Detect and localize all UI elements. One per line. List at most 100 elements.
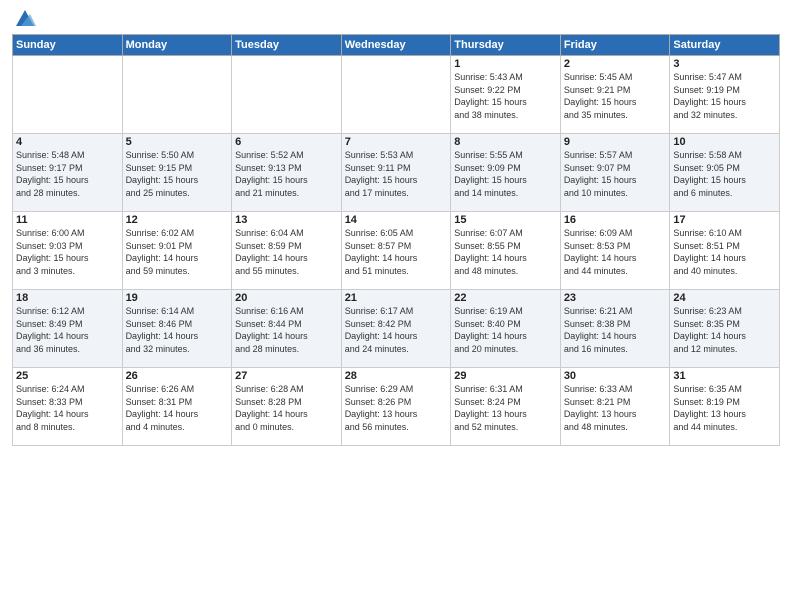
calendar-cell: 19Sunrise: 6:14 AM Sunset: 8:46 PM Dayli…	[122, 290, 232, 368]
calendar-cell: 16Sunrise: 6:09 AM Sunset: 8:53 PM Dayli…	[560, 212, 670, 290]
day-info: Sunrise: 6:31 AM Sunset: 8:24 PM Dayligh…	[454, 383, 557, 433]
day-info: Sunrise: 5:45 AM Sunset: 9:21 PM Dayligh…	[564, 71, 667, 121]
calendar-cell: 22Sunrise: 6:19 AM Sunset: 8:40 PM Dayli…	[451, 290, 561, 368]
day-number: 26	[126, 370, 229, 382]
logo-icon	[14, 8, 36, 28]
calendar-cell: 13Sunrise: 6:04 AM Sunset: 8:59 PM Dayli…	[232, 212, 342, 290]
day-info: Sunrise: 6:12 AM Sunset: 8:49 PM Dayligh…	[16, 305, 119, 355]
calendar-cell: 10Sunrise: 5:58 AM Sunset: 9:05 PM Dayli…	[670, 134, 780, 212]
calendar-cell: 20Sunrise: 6:16 AM Sunset: 8:44 PM Dayli…	[232, 290, 342, 368]
day-info: Sunrise: 6:10 AM Sunset: 8:51 PM Dayligh…	[673, 227, 776, 277]
calendar-cell: 21Sunrise: 6:17 AM Sunset: 8:42 PM Dayli…	[341, 290, 451, 368]
weekday-header: Monday	[122, 35, 232, 56]
calendar-cell: 3Sunrise: 5:47 AM Sunset: 9:19 PM Daylig…	[670, 56, 780, 134]
day-number: 19	[126, 292, 229, 304]
day-number: 9	[564, 136, 667, 148]
calendar-cell: 29Sunrise: 6:31 AM Sunset: 8:24 PM Dayli…	[451, 368, 561, 446]
day-number: 29	[454, 370, 557, 382]
day-number: 21	[345, 292, 448, 304]
calendar-cell: 31Sunrise: 6:35 AM Sunset: 8:19 PM Dayli…	[670, 368, 780, 446]
day-info: Sunrise: 5:57 AM Sunset: 9:07 PM Dayligh…	[564, 149, 667, 199]
calendar-cell: 12Sunrise: 6:02 AM Sunset: 9:01 PM Dayli…	[122, 212, 232, 290]
day-info: Sunrise: 6:14 AM Sunset: 8:46 PM Dayligh…	[126, 305, 229, 355]
day-number: 27	[235, 370, 338, 382]
day-info: Sunrise: 6:19 AM Sunset: 8:40 PM Dayligh…	[454, 305, 557, 355]
day-number: 3	[673, 58, 776, 70]
day-info: Sunrise: 6:33 AM Sunset: 8:21 PM Dayligh…	[564, 383, 667, 433]
day-number: 23	[564, 292, 667, 304]
day-info: Sunrise: 5:52 AM Sunset: 9:13 PM Dayligh…	[235, 149, 338, 199]
day-info: Sunrise: 6:02 AM Sunset: 9:01 PM Dayligh…	[126, 227, 229, 277]
day-info: Sunrise: 6:26 AM Sunset: 8:31 PM Dayligh…	[126, 383, 229, 433]
calendar-cell: 7Sunrise: 5:53 AM Sunset: 9:11 PM Daylig…	[341, 134, 451, 212]
day-info: Sunrise: 6:05 AM Sunset: 8:57 PM Dayligh…	[345, 227, 448, 277]
calendar-cell: 30Sunrise: 6:33 AM Sunset: 8:21 PM Dayli…	[560, 368, 670, 446]
day-number: 17	[673, 214, 776, 226]
calendar-cell: 5Sunrise: 5:50 AM Sunset: 9:15 PM Daylig…	[122, 134, 232, 212]
calendar-cell: 25Sunrise: 6:24 AM Sunset: 8:33 PM Dayli…	[13, 368, 123, 446]
calendar-cell: 24Sunrise: 6:23 AM Sunset: 8:35 PM Dayli…	[670, 290, 780, 368]
day-number: 18	[16, 292, 119, 304]
calendar-week-row: 25Sunrise: 6:24 AM Sunset: 8:33 PM Dayli…	[13, 368, 780, 446]
weekday-header-row: SundayMondayTuesdayWednesdayThursdayFrid…	[13, 35, 780, 56]
day-number: 8	[454, 136, 557, 148]
day-number: 6	[235, 136, 338, 148]
day-number: 31	[673, 370, 776, 382]
calendar-week-row: 11Sunrise: 6:00 AM Sunset: 9:03 PM Dayli…	[13, 212, 780, 290]
calendar-cell: 11Sunrise: 6:00 AM Sunset: 9:03 PM Dayli…	[13, 212, 123, 290]
weekday-header: Sunday	[13, 35, 123, 56]
day-info: Sunrise: 5:50 AM Sunset: 9:15 PM Dayligh…	[126, 149, 229, 199]
calendar-cell: 8Sunrise: 5:55 AM Sunset: 9:09 PM Daylig…	[451, 134, 561, 212]
calendar-week-row: 4Sunrise: 5:48 AM Sunset: 9:17 PM Daylig…	[13, 134, 780, 212]
calendar-cell: 4Sunrise: 5:48 AM Sunset: 9:17 PM Daylig…	[13, 134, 123, 212]
day-info: Sunrise: 6:28 AM Sunset: 8:28 PM Dayligh…	[235, 383, 338, 433]
day-info: Sunrise: 6:23 AM Sunset: 8:35 PM Dayligh…	[673, 305, 776, 355]
calendar-cell: 6Sunrise: 5:52 AM Sunset: 9:13 PM Daylig…	[232, 134, 342, 212]
day-info: Sunrise: 6:04 AM Sunset: 8:59 PM Dayligh…	[235, 227, 338, 277]
day-number: 15	[454, 214, 557, 226]
day-number: 7	[345, 136, 448, 148]
day-info: Sunrise: 6:29 AM Sunset: 8:26 PM Dayligh…	[345, 383, 448, 433]
calendar-cell: 26Sunrise: 6:26 AM Sunset: 8:31 PM Dayli…	[122, 368, 232, 446]
calendar-cell: 23Sunrise: 6:21 AM Sunset: 8:38 PM Dayli…	[560, 290, 670, 368]
calendar-cell: 17Sunrise: 6:10 AM Sunset: 8:51 PM Dayli…	[670, 212, 780, 290]
weekday-header: Tuesday	[232, 35, 342, 56]
calendar-cell	[232, 56, 342, 134]
day-info: Sunrise: 6:24 AM Sunset: 8:33 PM Dayligh…	[16, 383, 119, 433]
calendar-cell	[122, 56, 232, 134]
day-info: Sunrise: 6:07 AM Sunset: 8:55 PM Dayligh…	[454, 227, 557, 277]
day-number: 20	[235, 292, 338, 304]
day-number: 28	[345, 370, 448, 382]
weekday-header: Friday	[560, 35, 670, 56]
day-number: 25	[16, 370, 119, 382]
day-info: Sunrise: 5:58 AM Sunset: 9:05 PM Dayligh…	[673, 149, 776, 199]
day-number: 11	[16, 214, 119, 226]
day-info: Sunrise: 6:17 AM Sunset: 8:42 PM Dayligh…	[345, 305, 448, 355]
day-info: Sunrise: 5:43 AM Sunset: 9:22 PM Dayligh…	[454, 71, 557, 121]
day-info: Sunrise: 5:47 AM Sunset: 9:19 PM Dayligh…	[673, 71, 776, 121]
day-info: Sunrise: 5:53 AM Sunset: 9:11 PM Dayligh…	[345, 149, 448, 199]
calendar-table: SundayMondayTuesdayWednesdayThursdayFrid…	[12, 34, 780, 446]
day-number: 4	[16, 136, 119, 148]
day-number: 30	[564, 370, 667, 382]
day-number: 14	[345, 214, 448, 226]
day-info: Sunrise: 6:00 AM Sunset: 9:03 PM Dayligh…	[16, 227, 119, 277]
day-number: 24	[673, 292, 776, 304]
calendar-cell: 14Sunrise: 6:05 AM Sunset: 8:57 PM Dayli…	[341, 212, 451, 290]
day-number: 2	[564, 58, 667, 70]
day-number: 10	[673, 136, 776, 148]
day-number: 16	[564, 214, 667, 226]
day-number: 22	[454, 292, 557, 304]
calendar-cell: 1Sunrise: 5:43 AM Sunset: 9:22 PM Daylig…	[451, 56, 561, 134]
calendar-cell	[341, 56, 451, 134]
calendar-cell	[13, 56, 123, 134]
header	[12, 10, 780, 28]
calendar-cell: 9Sunrise: 5:57 AM Sunset: 9:07 PM Daylig…	[560, 134, 670, 212]
day-info: Sunrise: 6:35 AM Sunset: 8:19 PM Dayligh…	[673, 383, 776, 433]
calendar-cell: 28Sunrise: 6:29 AM Sunset: 8:26 PM Dayli…	[341, 368, 451, 446]
calendar-cell: 18Sunrise: 6:12 AM Sunset: 8:49 PM Dayli…	[13, 290, 123, 368]
day-info: Sunrise: 6:16 AM Sunset: 8:44 PM Dayligh…	[235, 305, 338, 355]
weekday-header: Saturday	[670, 35, 780, 56]
calendar-cell: 27Sunrise: 6:28 AM Sunset: 8:28 PM Dayli…	[232, 368, 342, 446]
day-number: 12	[126, 214, 229, 226]
